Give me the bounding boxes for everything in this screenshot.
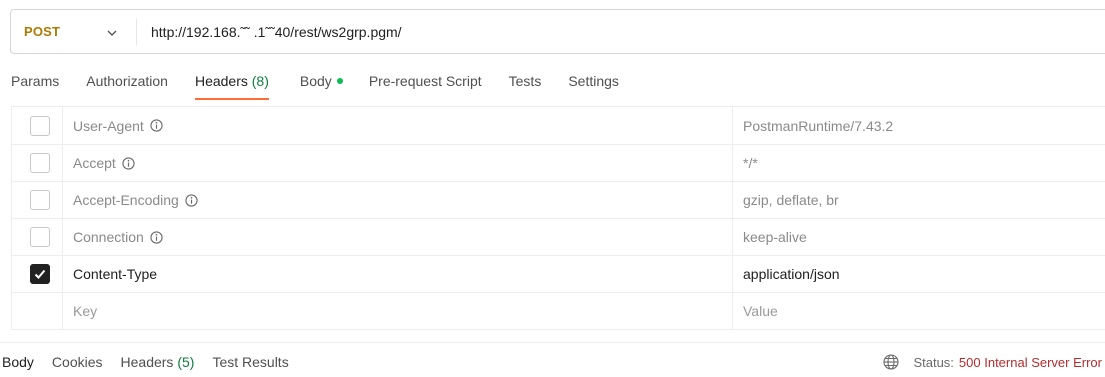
response-tab-cookies[interactable]: Cookies — [52, 354, 103, 370]
header-value[interactable]: */* — [733, 145, 1105, 181]
header-key-text: Accept — [73, 155, 116, 171]
tab-label: Tests — [508, 73, 542, 89]
tab-pre-request-script[interactable]: Pre-request Script — [369, 62, 482, 100]
header-key[interactable]: Connection — [63, 219, 733, 255]
url-input[interactable]: http://192.168.˜˜ .1˜˜40/rest/ws2grp.pgm… — [137, 24, 402, 40]
header-value[interactable]: PostmanRuntime/7.43.2 — [733, 107, 1105, 144]
url-bar: POST http://192.168.˜˜ .1˜˜40/rest/ws2gr… — [10, 9, 1105, 54]
header-checkbox[interactable] — [30, 190, 50, 210]
header-key[interactable]: Accept-Encoding — [63, 182, 733, 218]
status-label: Status: — [913, 354, 954, 370]
method-selector[interactable]: POST — [11, 10, 136, 53]
info-icon[interactable] — [122, 156, 135, 170]
table-row: Connection keep-alive — [12, 218, 1105, 255]
tab-label: Params — [11, 73, 60, 89]
table-row: Content-Type application/json — [12, 255, 1105, 292]
table-row: Accept-Encoding gzip, deflate, br — [12, 181, 1105, 218]
value-input[interactable]: Value — [733, 293, 1105, 329]
response-tab-body[interactable]: Body — [2, 354, 34, 370]
tab-headers[interactable]: Headers (8) — [194, 62, 269, 100]
response-status: Status: 500 Internal Server Error — [883, 354, 1102, 370]
key-input[interactable]: Key — [63, 293, 733, 329]
table-row-new: Key Value — [12, 292, 1105, 329]
tab-label: Body — [299, 73, 332, 89]
tab-authorization[interactable]: Authorization — [86, 62, 168, 100]
tab-params[interactable]: Params — [11, 62, 59, 100]
header-checkbox[interactable] — [30, 227, 50, 247]
header-key[interactable]: Accept — [63, 145, 733, 181]
header-key-text: User-Agent — [73, 117, 144, 134]
globe-icon[interactable] — [883, 354, 900, 370]
modified-dot-icon — [336, 78, 343, 84]
status-code[interactable]: 500 Internal Server Error — [959, 355, 1102, 370]
tab-settings[interactable]: Settings — [568, 62, 619, 100]
method-label: POST — [24, 24, 61, 39]
tab-count: (8) — [251, 73, 269, 89]
headers-table: User-Agent PostmanRuntime/7.43.2 Accept … — [11, 107, 1105, 330]
tab-label: Pre-request Script — [368, 73, 482, 89]
header-key[interactable]: User-Agent — [63, 107, 733, 144]
table-row: User-Agent PostmanRuntime/7.43.2 — [12, 107, 1105, 144]
request-tabs: Params Authorization Headers (8) Body Pr… — [0, 62, 619, 100]
header-key-text: Connection — [73, 229, 144, 245]
tab-label: Headers — [120, 354, 174, 370]
tab-body[interactable]: Body — [300, 62, 343, 100]
table-row: Accept */* — [12, 144, 1105, 181]
header-checkbox[interactable] — [30, 153, 50, 173]
header-key-text: Accept-Encoding — [73, 192, 179, 208]
chevron-down-icon — [107, 30, 117, 36]
tab-label: Authorization — [86, 73, 168, 89]
response-tab-test-results[interactable]: Test Results — [212, 354, 288, 370]
checkmark-icon — [34, 269, 46, 279]
info-icon[interactable] — [185, 193, 198, 207]
info-icon[interactable] — [150, 119, 163, 132]
tab-count: (5) — [177, 354, 195, 370]
header-value[interactable]: gzip, deflate, br — [733, 182, 1105, 218]
header-checkbox[interactable] — [30, 115, 50, 136]
response-tab-headers[interactable]: Headers (5) — [121, 354, 195, 370]
tab-label: Settings — [568, 73, 619, 89]
tab-label: Headers — [194, 73, 248, 89]
header-value[interactable]: keep-alive — [733, 219, 1105, 255]
header-key[interactable]: Content-Type — [63, 256, 733, 292]
tab-tests[interactable]: Tests — [509, 62, 542, 100]
info-icon[interactable] — [150, 230, 163, 244]
header-value[interactable]: application/json — [733, 256, 1105, 292]
response-divider — [0, 342, 1105, 343]
response-tabs: Body Cookies Headers (5) Test Results — [2, 354, 307, 370]
header-checkbox-checked[interactable] — [30, 264, 50, 284]
